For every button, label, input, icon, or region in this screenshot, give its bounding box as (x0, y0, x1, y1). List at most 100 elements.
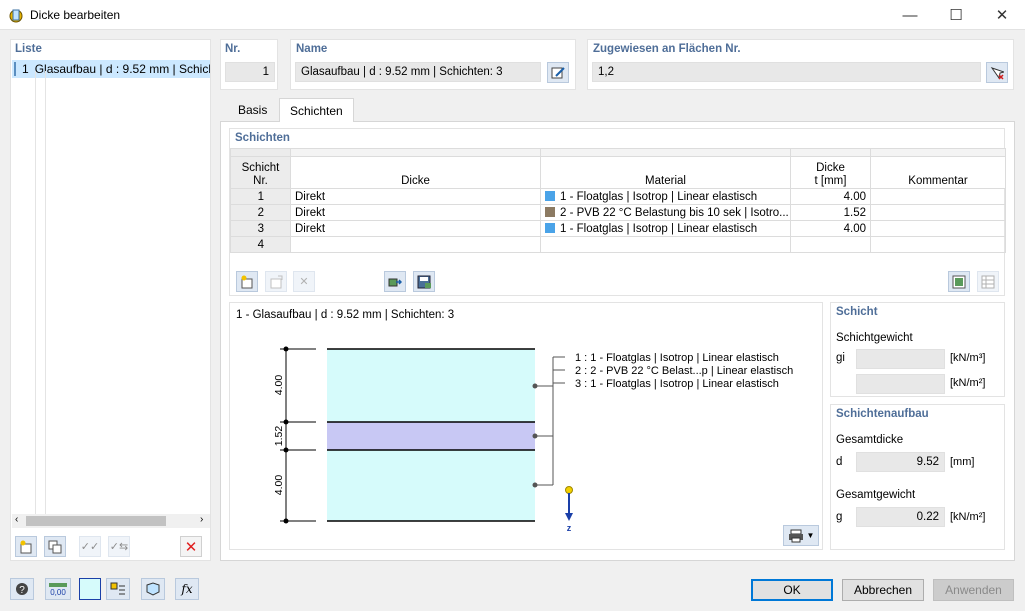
nr-label: Nr. (225, 43, 241, 55)
cell-kommentar[interactable] (870, 204, 1006, 221)
dim-label-2: 1.52 (273, 426, 285, 447)
excel-icon (952, 275, 966, 288)
dim-label-1: 4.00 (273, 375, 285, 396)
pick-surfaces-button[interactable] (986, 62, 1008, 83)
list-scrollbar[interactable]: ‹ › (12, 514, 210, 528)
chevron-down-icon: ▼ (806, 531, 815, 540)
new-item-button[interactable] (15, 536, 37, 557)
pick-surface-icon (990, 66, 1004, 80)
cell-thickness[interactable]: 1.52 (790, 204, 871, 221)
cell-dicke[interactable]: Direkt (290, 220, 541, 237)
gi-unit: [kN/m³] (950, 352, 986, 364)
d-label: d (836, 456, 843, 468)
legend-entry-1: 1 : 1 - Floatglas | Isotrop | Linear ela… (575, 352, 779, 364)
z-axis-label: z (567, 523, 572, 533)
save-library-button[interactable] (413, 271, 435, 292)
save-icon (417, 275, 431, 288)
ok-button[interactable]: OK (751, 579, 833, 601)
layers-table: Schicht Nr. Dicke Material Dicke t [mm] Ko… (230, 148, 1006, 253)
svg-text:0,00: 0,00 (50, 588, 66, 596)
glass-layer-1 (327, 349, 535, 422)
name-label: Name (296, 43, 328, 55)
tab-schichten[interactable]: Schichten (279, 98, 354, 122)
view-icon (146, 582, 160, 596)
legend-entry-3: 3 : 1 - Floatglas | Isotrop | Linear ela… (575, 378, 779, 390)
cell-dicke[interactable]: Direkt (290, 204, 541, 221)
edit-name-button[interactable] (547, 62, 569, 83)
formula-button[interactable]: fx (175, 578, 199, 600)
column-header-material: Material (540, 156, 791, 189)
cell-thickness[interactable] (790, 236, 871, 253)
g2-field (856, 374, 945, 394)
cell-material[interactable]: 1 - Floatglas | Isotrop | Linear elastis… (540, 220, 791, 237)
units-button[interactable]: 0,00 (45, 578, 71, 600)
delete-row-icon: ✕ (299, 276, 309, 288)
close-window-button[interactable]: ✕ (979, 0, 1025, 30)
scroll-thumb[interactable] (26, 516, 166, 526)
origin-icon (565, 486, 573, 494)
color-button[interactable] (79, 578, 101, 600)
import-button[interactable] (384, 271, 406, 292)
scroll-left-icon[interactable]: ‹ (15, 514, 18, 525)
material-color-swatch (545, 222, 555, 233)
cell-material[interactable] (540, 236, 791, 253)
help-button[interactable]: ? (10, 578, 34, 600)
cell-kommentar[interactable] (870, 220, 1006, 237)
layer-cross-section: 4.00 1.52 4.00 1 : 1 - Floatglas | Isotr… (273, 346, 793, 533)
insert-row-after-button[interactable] (265, 271, 287, 292)
cell-dicke[interactable] (290, 236, 541, 253)
cell-material[interactable]: 2 - PVB 22 °C Belastung bis 10 sek | Iso… (540, 204, 791, 221)
material-color-swatch (545, 206, 555, 217)
check-swap-button[interactable]: ✓⇆ (108, 536, 130, 557)
cell-thickness[interactable]: 4.00 (790, 188, 871, 205)
table-row[interactable]: 3 Direkt 1 - Floatglas | Isotrop | Linea… (230, 220, 1006, 237)
table-row[interactable]: 1 Direkt 1 - Floatglas | Isotrop | Linea… (230, 188, 1006, 205)
export-excel-button[interactable] (948, 271, 970, 292)
copy-item-button[interactable] (44, 536, 66, 557)
aufbau-panel: Schichtenaufbau Gesamtdicke d 9.52 [mm] … (830, 404, 1005, 550)
tab-basis[interactable]: Basis (228, 98, 277, 122)
units-icon: 0,00 (49, 583, 67, 596)
view-button[interactable] (141, 578, 165, 600)
table-header-row: Schicht Nr. Dicke Material Dicke t [mm] Ko… (230, 156, 1006, 189)
check-all-button[interactable]: ✓✓ (79, 536, 101, 557)
display-settings-button[interactable] (106, 578, 130, 600)
table-row[interactable]: 4 (230, 236, 1006, 253)
list-item-label: Glasaufbau | d : 9.52 mm | Schichten: 3 (34, 62, 210, 76)
cell-thickness[interactable]: 4.00 (790, 220, 871, 237)
print-button[interactable]: ▼ (783, 525, 819, 546)
title-bar: Dicke bearbeiten — ☐ ✕ (0, 0, 1025, 30)
delete-row-button[interactable]: ✕ (293, 271, 315, 292)
g-label: g (836, 511, 843, 523)
cell-material[interactable]: 1 - Floatglas | Isotrop | Linear elastis… (540, 188, 791, 205)
insert-row-button[interactable] (236, 271, 258, 292)
name-field[interactable]: Glasaufbau | d : 9.52 mm | Schichten: 3 (295, 62, 541, 82)
table-icon (981, 275, 995, 288)
apply-button[interactable]: Anwenden (933, 579, 1014, 601)
material-color-swatch (545, 190, 555, 201)
diagram-panel: 1 - Glasaufbau | d : 9.52 mm | Schichten… (229, 302, 823, 550)
scroll-right-icon[interactable]: › (200, 514, 203, 525)
edit-icon (551, 66, 565, 78)
minimize-button[interactable]: — (887, 0, 933, 30)
cell-kommentar[interactable] (870, 236, 1006, 253)
cell-kommentar[interactable] (870, 188, 1006, 205)
assigned-panel: Zugewiesen an Flächen Nr. 1,2 (587, 39, 1014, 90)
help-icon: ? (16, 583, 28, 596)
row-number: 3 (230, 220, 291, 237)
new-item-icon (20, 540, 32, 553)
delete-item-button[interactable]: ✕ (180, 536, 202, 557)
schicht-title: Schicht (836, 306, 878, 318)
delete-icon: ✕ (184, 538, 198, 556)
import-excel-button[interactable] (977, 271, 999, 292)
cancel-button[interactable]: Abbrechen (842, 579, 924, 601)
maximize-button[interactable]: ☐ (933, 0, 979, 30)
cell-dicke[interactable]: Direkt (290, 188, 541, 205)
nr-field: 1 (225, 62, 275, 82)
total-thickness-label: Gesamtdicke (836, 434, 904, 446)
table-row[interactable]: 2 Direkt 2 - PVB 22 °C Belastung bis 10 … (230, 204, 1006, 221)
schicht-panel: Schicht Schichtgewicht gi [kN/m³] [kN/m²… (830, 302, 1005, 397)
assigned-surfaces-field[interactable]: 1,2 (592, 62, 981, 82)
layers-panel: Schichten Schicht Nr. Dicke Material Dick… (229, 128, 1006, 296)
list-item[interactable]: 1 Glasaufbau | d : 9.52 mm | Schichten: … (12, 60, 210, 78)
